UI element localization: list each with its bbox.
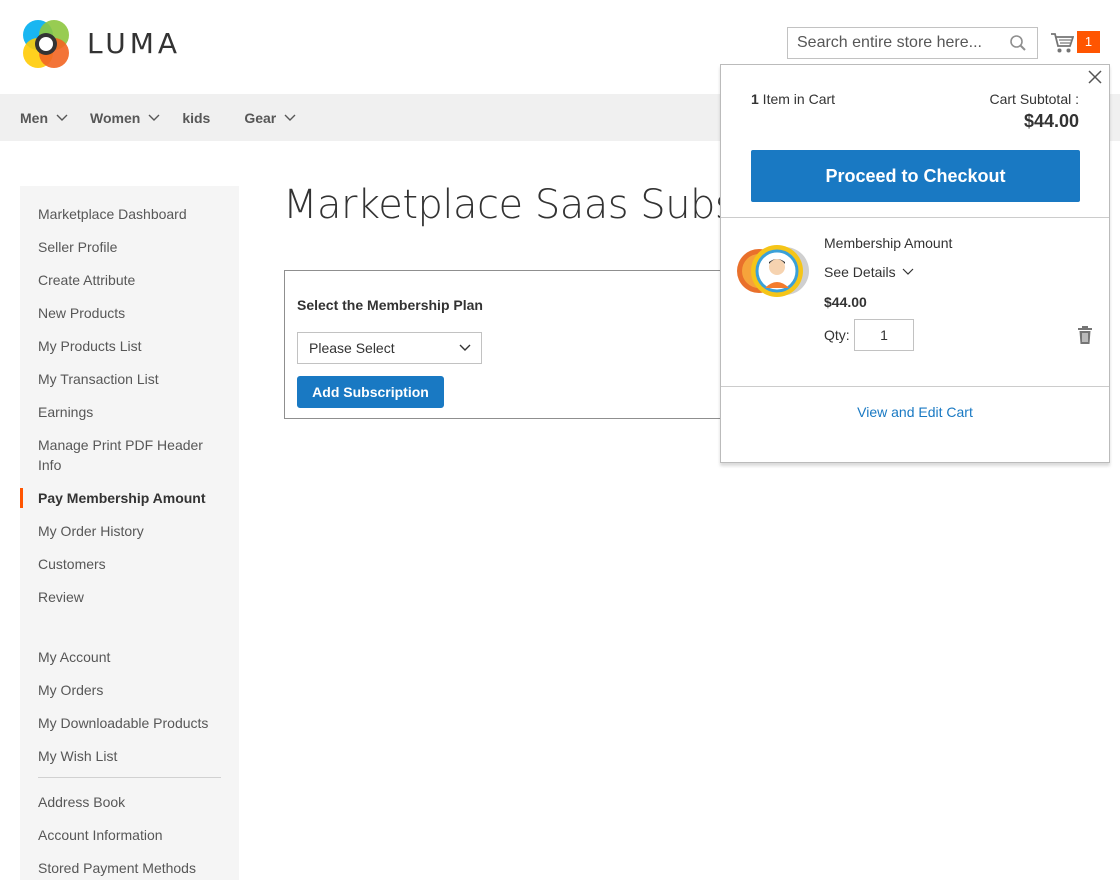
sidebar-item-my-transaction-list[interactable]: My Transaction List [20, 369, 239, 389]
nav-item-label: Men [20, 109, 48, 126]
logo-text: LUMA [87, 27, 182, 60]
view-and-edit-cart-link[interactable]: View and Edit Cart [721, 404, 1109, 420]
nav-item-men[interactable]: Men [20, 110, 68, 126]
minicart-item-name[interactable]: Membership Amount [824, 235, 952, 251]
nav-item-women[interactable]: Women [90, 110, 160, 126]
qty-input[interactable] [854, 319, 914, 351]
minicart-dropdown: 1 Item in Cart Cart Subtotal : $44.00 Pr… [720, 64, 1110, 463]
sidebar-item-marketplace-dashboard[interactable]: Marketplace Dashboard [20, 204, 239, 224]
see-details-label: See Details [824, 264, 896, 280]
sidebar-divider [38, 777, 221, 778]
sidebar-item-my-downloadable-products[interactable]: My Downloadable Products [20, 713, 239, 733]
close-icon[interactable] [1087, 69, 1103, 85]
sidebar-item-review[interactable]: Review [20, 587, 239, 607]
qty-label: Qty: [824, 327, 850, 343]
select-value: Please Select [309, 340, 395, 356]
sidebar-item-address-book[interactable]: Address Book [20, 792, 239, 812]
sidebar-item-new-products[interactable]: New Products [20, 303, 239, 323]
minicart-toggle[interactable]: 1 [1050, 30, 1102, 56]
search-box [787, 27, 1038, 59]
membership-plan-label: Select the Membership Plan [297, 297, 483, 313]
membership-plan-form: Select the Membership Plan Please Select… [284, 270, 744, 419]
sidebar-item-my-orders[interactable]: My Orders [20, 680, 239, 700]
minicart-item-price: $44.00 [824, 294, 867, 310]
sidebar-item-earnings[interactable]: Earnings [20, 402, 239, 422]
minicart-item-count: 1 Item in Cart [751, 91, 835, 107]
nav-item-label: Gear [244, 109, 277, 126]
add-subscription-button[interactable]: Add Subscription [297, 376, 444, 408]
sidebar-item-create-attribute[interactable]: Create Attribute [20, 270, 239, 290]
sidebar-item-seller-profile[interactable]: Seller Profile [20, 237, 239, 257]
chevron-down-icon [56, 114, 68, 121]
membership-plan-select[interactable]: Please Select [297, 332, 482, 364]
nav-item-label: kids [182, 109, 211, 126]
sidebar-item-stored-payment-methods[interactable]: Stored Payment Methods [20, 858, 239, 878]
proceed-to-checkout-button[interactable]: Proceed to Checkout [751, 150, 1080, 202]
sidebar-item-account-information[interactable]: Account Information [20, 825, 239, 845]
cart-subtotal-value: $44.00 [1023, 111, 1079, 131]
sidebar-item-my-wish-list[interactable]: My Wish List [20, 746, 239, 766]
cart-count-badge: 1 [1077, 31, 1100, 53]
minicart-divider [721, 217, 1109, 218]
luma-logo-icon [23, 20, 69, 68]
nav-item-gear[interactable]: Gear [244, 110, 296, 126]
store-logo[interactable]: LUMA [20, 18, 181, 70]
sidebar-item-my-products-list[interactable]: My Products List [20, 336, 239, 356]
minicart-count-text: Item in Cart [758, 91, 836, 107]
see-details-toggle[interactable]: See Details [824, 264, 914, 280]
sidebar-item-customers[interactable]: Customers [20, 554, 239, 574]
minicart-divider [721, 386, 1109, 387]
nav-item-label: Women [90, 109, 141, 126]
chevron-down-icon [902, 268, 914, 275]
sidebar-item-my-account[interactable]: My Account [20, 647, 239, 667]
chevron-down-icon [148, 114, 160, 121]
membership-product-image[interactable] [735, 240, 813, 302]
search-input[interactable] [797, 34, 1002, 52]
cart-subtotal-label: Cart Subtotal : [989, 91, 1080, 107]
sidebar-item-pay-membership-amount[interactable]: Pay Membership Amount [20, 488, 239, 508]
minicart-count-number: 1 [751, 91, 759, 107]
sidebar-item-manage-print-pdf-header-info[interactable]: Manage Print PDF Header Info [20, 435, 239, 475]
search-icon[interactable] [1009, 34, 1027, 52]
trash-icon[interactable] [1077, 325, 1093, 345]
chevron-down-icon [459, 344, 471, 351]
cart-icon [1051, 33, 1074, 53]
sidebar-item-my-order-history[interactable]: My Order History [20, 521, 239, 541]
chevron-down-icon [284, 114, 296, 121]
nav-item-kids[interactable]: kids [182, 110, 210, 126]
account-sidebar: Marketplace Dashboard Seller Profile Cre… [20, 186, 239, 880]
